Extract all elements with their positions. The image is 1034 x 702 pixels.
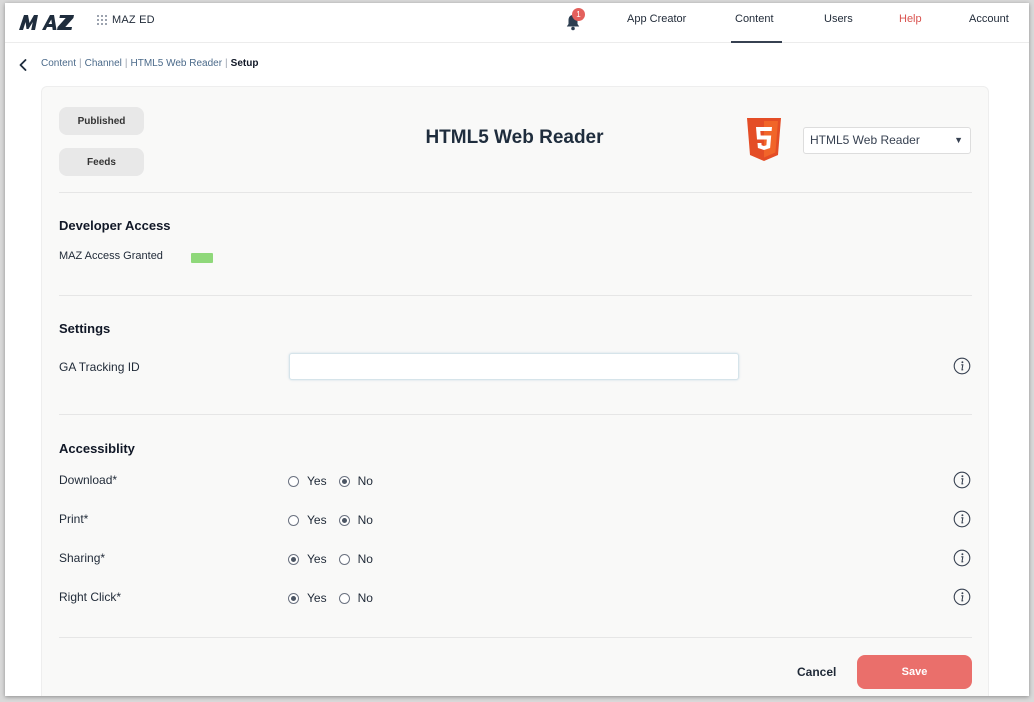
nav-app-creator[interactable]: App Creator [627,13,686,25]
yes-label: Yes [307,474,327,488]
no-label: No [357,591,373,605]
yes-label: Yes [307,513,327,527]
active-nav-indicator [731,41,782,43]
sharing-label: Sharing* [59,551,106,565]
nav-account[interactable]: Account [969,13,1009,25]
right-click-yes-option[interactable]: Yes [288,591,327,605]
section-divider [59,637,972,638]
nav-content[interactable]: Content [735,13,774,25]
notification-badge: 1 [572,8,585,21]
right-click-no-option[interactable]: No [338,591,373,605]
no-label: No [357,513,373,527]
channel-select-value: HTML5 Web Reader [810,133,920,147]
nav-help[interactable]: Help [899,13,922,25]
page-title: HTML5 Web Reader [425,127,604,148]
breadcrumb-separator: | [124,58,128,69]
developer-access-title: Developer Access [59,218,171,233]
print-label: Print* [59,512,89,526]
sharing-yes-option[interactable]: Yes [288,552,327,566]
download-yes-option[interactable]: Yes [288,474,327,488]
print-yes-option[interactable]: Yes [288,513,327,527]
download-no-option[interactable]: No [338,474,373,488]
cancel-button[interactable]: Cancel [797,665,836,679]
published-button[interactable]: Published [59,107,144,135]
info-icon[interactable] [953,549,971,567]
access-status-indicator [191,253,213,263]
print-no-radio[interactable] [338,514,350,526]
print-yes-radio[interactable] [288,514,299,526]
info-icon[interactable] [953,588,971,606]
right-click-yes-radio[interactable] [288,592,299,604]
channel-select[interactable]: HTML5 Web Reader ▼ [803,127,971,154]
accessibility-title: Accessiblity [59,441,135,456]
sharing-radio-group: Yes No [288,552,373,566]
section-divider [59,192,972,193]
maz-access-label: MAZ Access Granted [59,250,163,262]
download-no-radio[interactable] [338,475,350,487]
breadcrumb-current: Setup [230,58,259,69]
save-button[interactable]: Save [857,655,972,689]
info-icon[interactable] [953,471,971,489]
maz-logo[interactable] [17,12,87,32]
download-yes-radio[interactable] [288,475,299,487]
breadcrumb-html5-web-reader[interactable]: HTML5 Web Reader [131,58,223,69]
sharing-no-option[interactable]: No [338,552,373,566]
breadcrumb-separator: | [225,58,228,69]
no-label: No [357,474,373,488]
info-icon[interactable] [953,357,971,375]
nav-users[interactable]: Users [824,13,853,25]
breadcrumb-separator: | [79,58,82,69]
product-label: MAZ ED [112,14,155,26]
ga-tracking-input[interactable] [289,353,739,380]
yes-label: Yes [307,552,327,566]
yes-label: Yes [307,591,327,605]
sharing-yes-radio[interactable] [288,553,299,565]
sharing-no-radio[interactable] [338,553,350,565]
setup-panel: Published Feeds HTML5 Web Reader HTML5 W… [41,86,989,696]
ga-tracking-label: GA Tracking ID [59,360,140,374]
breadcrumb: Content | Channel | HTML5 Web Reader | S… [41,58,258,69]
settings-title: Settings [59,321,111,336]
back-arrow-icon[interactable] [18,59,28,71]
section-divider [59,295,972,296]
print-no-option[interactable]: No [338,513,373,527]
breadcrumb-channel[interactable]: Channel [85,58,122,69]
right-click-no-radio[interactable] [338,592,350,604]
download-label: Download* [59,473,118,487]
print-radio-group: Yes No [288,513,373,527]
app-window: MAZ ED 1 App Creator Content Users Help … [5,3,1029,696]
right-click-radio-group: Yes No [288,591,373,605]
section-divider [59,414,972,415]
top-navigation-bar: MAZ ED 1 App Creator Content Users Help … [5,3,1029,43]
feeds-button[interactable]: Feeds [59,148,144,176]
download-radio-group: Yes No [288,474,373,488]
chevron-down-icon: ▼ [954,135,963,145]
breadcrumb-content[interactable]: Content [41,58,76,69]
right-click-label: Right Click* [59,590,122,604]
html5-logo [747,118,781,161]
grid-icon [97,15,107,25]
product-switcher[interactable]: MAZ ED [97,14,155,26]
info-icon[interactable] [953,510,971,528]
no-label: No [357,552,373,566]
